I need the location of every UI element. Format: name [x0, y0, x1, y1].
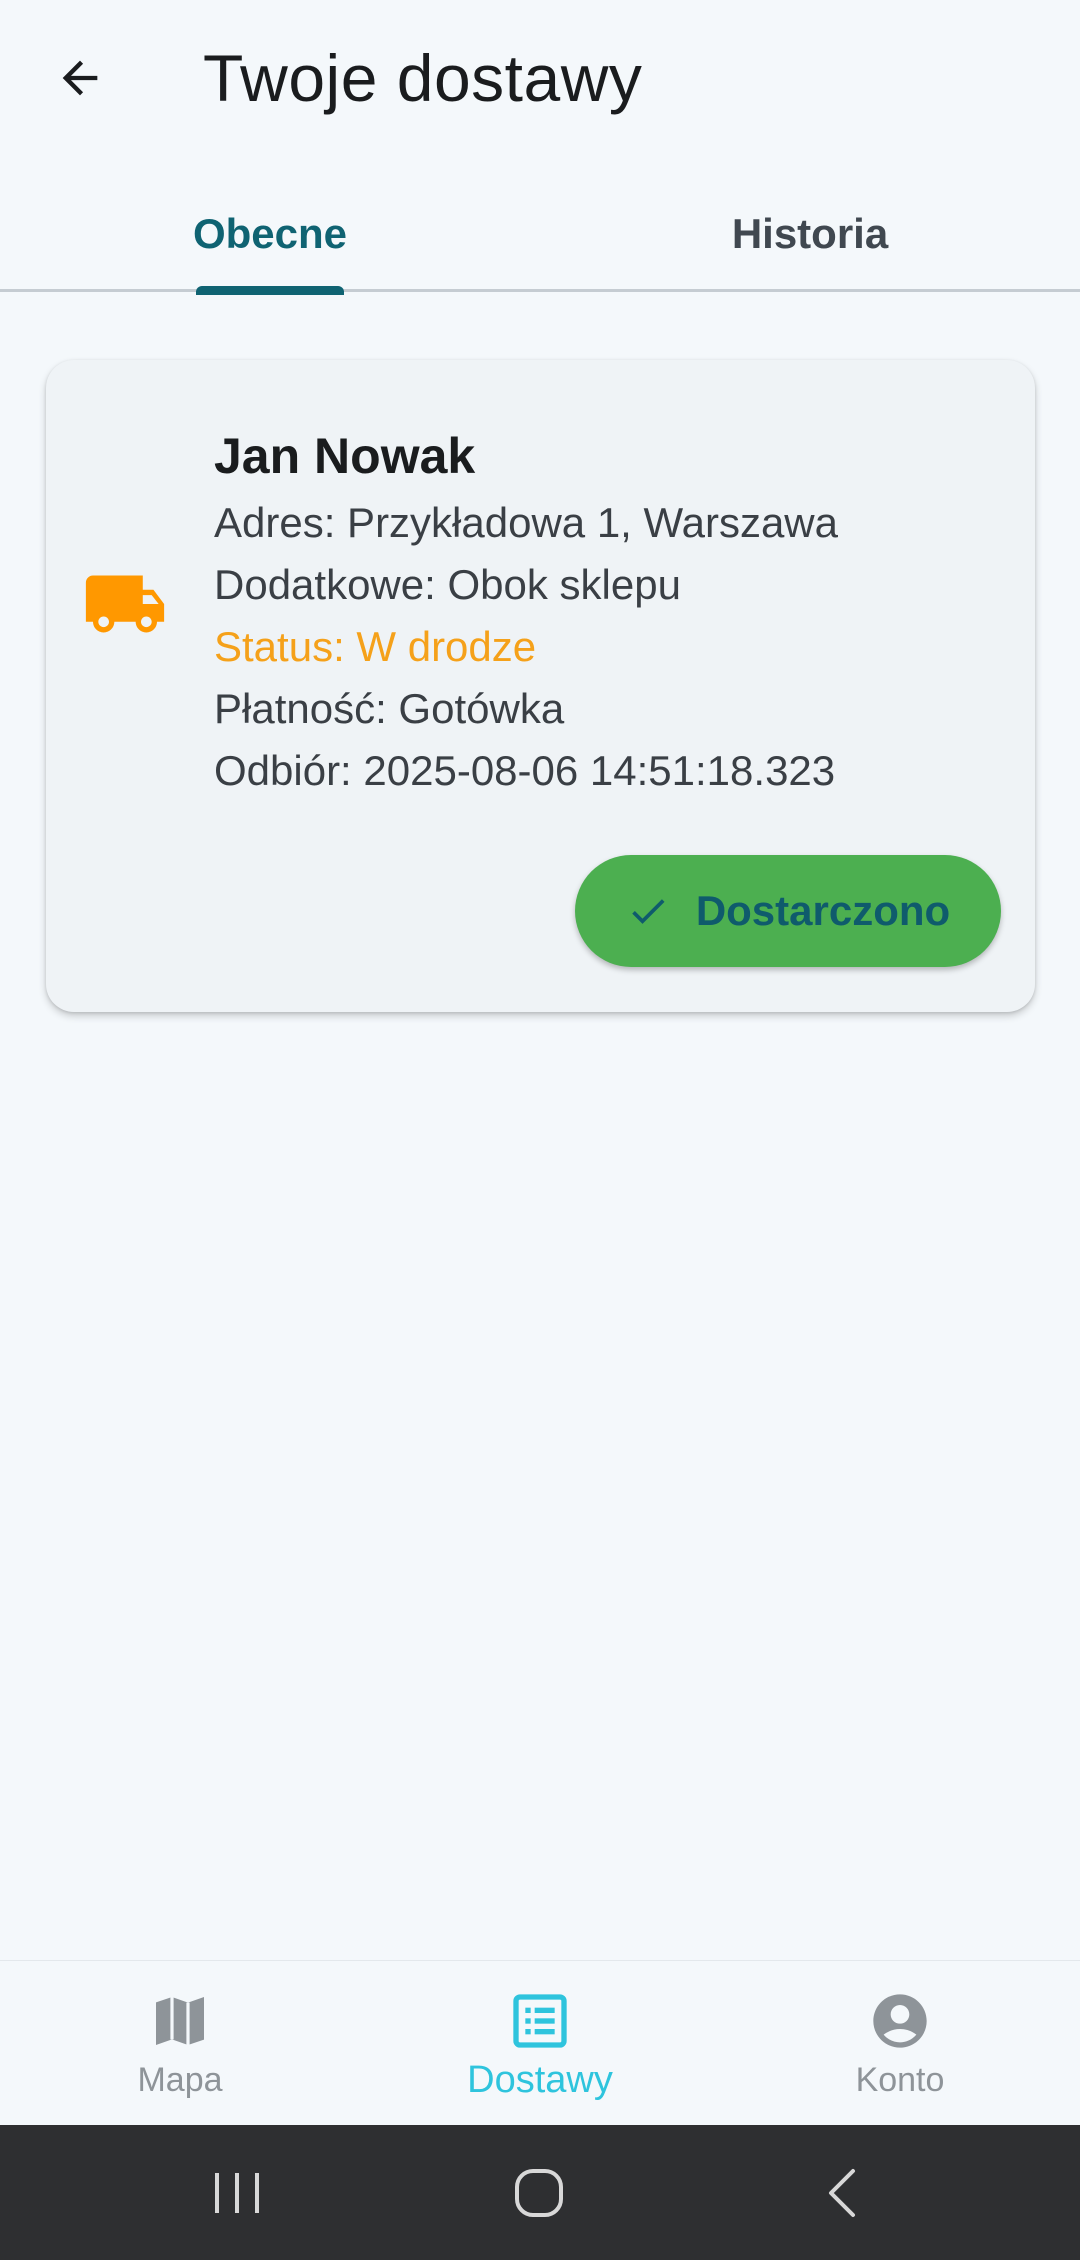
- nav-item-konto[interactable]: Konto: [720, 1961, 1080, 2126]
- customer-name: Jan Nowak: [214, 428, 476, 484]
- tab-indicator: [196, 286, 344, 295]
- delivery-status: Status: W drodze: [214, 623, 537, 670]
- tab-label: Obecne: [192, 209, 348, 257]
- system-back-icon: [829, 2169, 855, 2217]
- tab-obecne[interactable]: Obecne: [0, 175, 540, 295]
- truck-icon: [85, 575, 165, 633]
- app-root: Twoje dostawy Obecne Historia Jan Nowak …: [0, 0, 1080, 2260]
- nav-label: Konto: [855, 2061, 945, 2099]
- back-button[interactable]: [40, 38, 120, 118]
- delivery-payment: Płatność: Gotówka: [214, 685, 565, 732]
- tab-historia[interactable]: Historia: [540, 175, 1080, 292]
- delivery-details: Jan Nowak Adres: Przykładowa 1, Warszawa…: [214, 420, 1014, 802]
- system-navigation-bar: [0, 2125, 1080, 2260]
- delivered-button[interactable]: Dostarczono: [575, 855, 1001, 967]
- page-title: Twoje dostawy: [203, 41, 643, 115]
- delivery-pickup: Odbiór: 2025-08-06 14:51:18.323: [214, 747, 836, 794]
- delivery-card[interactable]: Jan Nowak Adres: Przykładowa 1, Warszawa…: [46, 360, 1035, 1012]
- recents-button[interactable]: [192, 2157, 282, 2229]
- delivery-address: Adres: Przykładowa 1, Warszawa: [214, 499, 838, 546]
- list-icon: [513, 1994, 567, 2048]
- app-bar: Twoje dostawy: [0, 0, 1080, 160]
- arrow-back-icon: [62, 60, 98, 96]
- home-button[interactable]: [494, 2157, 584, 2229]
- system-back-button[interactable]: [798, 2157, 888, 2229]
- delivery-extra: Dodatkowe: Obok sklepu: [214, 561, 681, 608]
- delivered-button-label: Dostarczono: [695, 887, 951, 934]
- bottom-navigation: Mapa Dostawy Konto: [0, 1960, 1080, 2125]
- home-icon: [515, 2169, 563, 2217]
- map-icon: [156, 1997, 204, 2045]
- check-icon: [632, 899, 665, 924]
- nav-item-mapa[interactable]: Mapa: [0, 1961, 360, 2126]
- account-circle-icon: [873, 1994, 927, 2048]
- nav-label: Dostawy: [467, 2059, 613, 2101]
- tab-bar: Obecne Historia: [0, 175, 1080, 295]
- nav-item-dostawy[interactable]: Dostawy: [360, 1961, 720, 2126]
- recents-icon: [215, 2173, 259, 2213]
- nav-label: Mapa: [137, 2061, 223, 2099]
- tab-label: Historia: [731, 209, 889, 257]
